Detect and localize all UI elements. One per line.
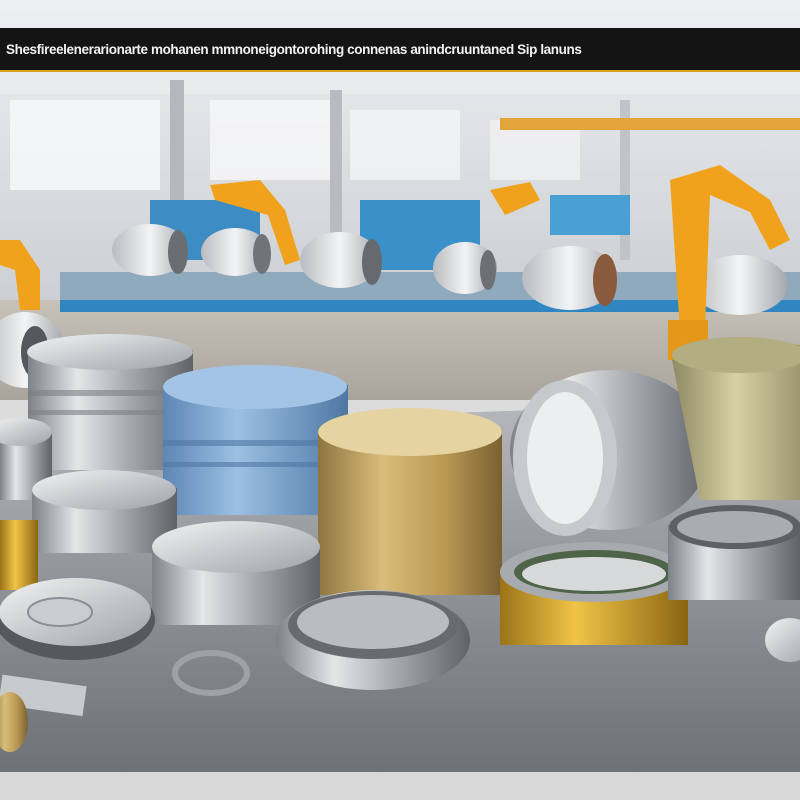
bottom-border — [0, 772, 800, 800]
caption-text: Shesfireelenerarionarte mohanen mmnoneig… — [6, 41, 582, 57]
caption-bar: Shesfireelenerarionarte mohanen mmnoneig… — [0, 28, 800, 72]
factory-scene — [0, 0, 800, 772]
image-frame: Shesfireelenerarionarte mohanen mmnoneig… — [0, 0, 800, 800]
